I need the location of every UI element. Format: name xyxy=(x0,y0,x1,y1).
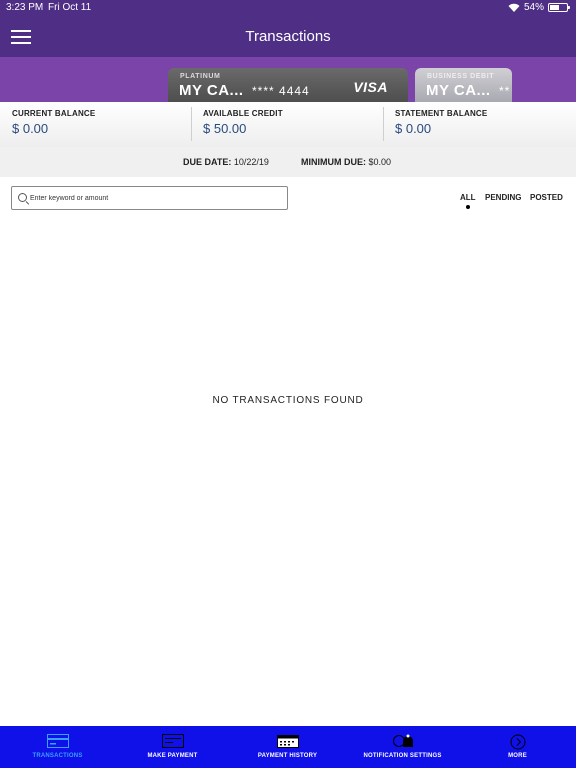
due-date-label: DUE DATE: xyxy=(183,157,232,167)
status-bar: 3:23 PM Fri Oct 11 54% xyxy=(0,0,576,16)
due-date-value: 10/22/19 xyxy=(233,157,269,167)
selected-indicator xyxy=(465,205,470,209)
tab-make-payment[interactable]: MAKE PAYMENT xyxy=(115,726,230,768)
filter-posted-label: POSTED xyxy=(530,193,563,202)
status-right: 54% xyxy=(508,2,570,13)
filter-pending-label: PENDING xyxy=(485,193,522,202)
tab-transactions[interactable]: TRANSACTIONS xyxy=(0,726,115,768)
card-number: **** 4444 xyxy=(252,84,310,98)
statement-balance: STATEMENT BALANCE $ 0.00 xyxy=(383,102,575,147)
bell-icon xyxy=(392,734,413,747)
tab-label: MORE xyxy=(508,753,527,759)
card-name: MY CA... xyxy=(179,82,244,99)
card-icon xyxy=(46,734,69,748)
minimum-due-value: $0.00 xyxy=(368,157,392,167)
filter-pending[interactable]: PENDING xyxy=(485,193,521,202)
tab-label: NOTIFICATION SETTINGS xyxy=(363,753,442,759)
visa-logo: VISA xyxy=(353,79,388,95)
card-business-debit[interactable]: BUSINESS DEBIT MY CA... ** xyxy=(415,68,512,102)
tab-more[interactable]: MORE xyxy=(460,726,575,768)
current-balance: CURRENT BALANCE $ 0.00 xyxy=(0,102,192,147)
statement-balance-value: $ 0.00 xyxy=(395,121,432,136)
card-carousel[interactable]: PLATINUM MY CA... **** 4444 VISA BUSINES… xyxy=(0,57,576,102)
card-number: ** xyxy=(499,84,511,98)
search-icon xyxy=(18,193,27,202)
available-credit-value: $ 50.00 xyxy=(203,121,247,136)
due-date: DUE DATE: 10/22/19 xyxy=(183,157,269,167)
more-icon xyxy=(510,734,525,750)
battery-icon xyxy=(548,3,570,12)
search-box[interactable] xyxy=(11,186,288,210)
current-balance-value: $ 0.00 xyxy=(12,121,49,136)
status-date: Fri Oct 11 xyxy=(48,2,92,13)
statement-balance-label: STATEMENT BALANCE xyxy=(395,109,488,118)
available-credit-label: AVAILABLE CREDIT xyxy=(203,109,283,118)
tab-label: MAKE PAYMENT xyxy=(147,753,198,759)
tab-payment-history[interactable]: PAYMENT HISTORY xyxy=(230,726,345,768)
minimum-due-label: MINIMUM DUE: xyxy=(301,157,366,167)
empty-state-message: NO TRANSACTIONS FOUND xyxy=(212,395,364,406)
filter-all-label: ALL xyxy=(460,193,476,202)
balances-panel: CURRENT BALANCE $ 0.00 AVAILABLE CREDIT … xyxy=(0,102,576,147)
wifi-icon xyxy=(508,3,520,12)
card-platinum[interactable]: PLATINUM MY CA... **** 4444 VISA xyxy=(168,68,408,102)
minimum-due: MINIMUM DUE: $0.00 xyxy=(301,157,391,167)
filter-posted[interactable]: POSTED xyxy=(530,193,563,202)
filter-all[interactable]: ALL xyxy=(460,193,476,209)
card-type: PLATINUM xyxy=(180,73,221,80)
due-row: DUE DATE: 10/22/19 MINIMUM DUE: $0.00 xyxy=(0,147,576,177)
search-input[interactable] xyxy=(30,190,280,206)
card-type: BUSINESS DEBIT xyxy=(427,73,495,80)
top-bar: 3:23 PM Fri Oct 11 54% Transactions xyxy=(0,0,576,57)
status-time: 3:23 PM xyxy=(6,2,44,13)
card-name: MY CA... xyxy=(426,82,491,99)
payment-icon xyxy=(161,734,184,748)
page-title: Transactions xyxy=(245,28,331,45)
tab-label: PAYMENT HISTORY xyxy=(257,753,318,759)
tab-notification-settings[interactable]: NOTIFICATION SETTINGS xyxy=(345,726,460,768)
calendar-icon xyxy=(276,735,299,748)
tab-bar: TRANSACTIONS MAKE PAYMENT PAYMENT HISTOR… xyxy=(0,726,576,768)
current-balance-label: CURRENT BALANCE xyxy=(12,109,96,118)
battery-percent: 54% xyxy=(523,2,544,13)
tab-label: TRANSACTIONS xyxy=(32,753,83,759)
available-credit: AVAILABLE CREDIT $ 50.00 xyxy=(191,102,383,147)
